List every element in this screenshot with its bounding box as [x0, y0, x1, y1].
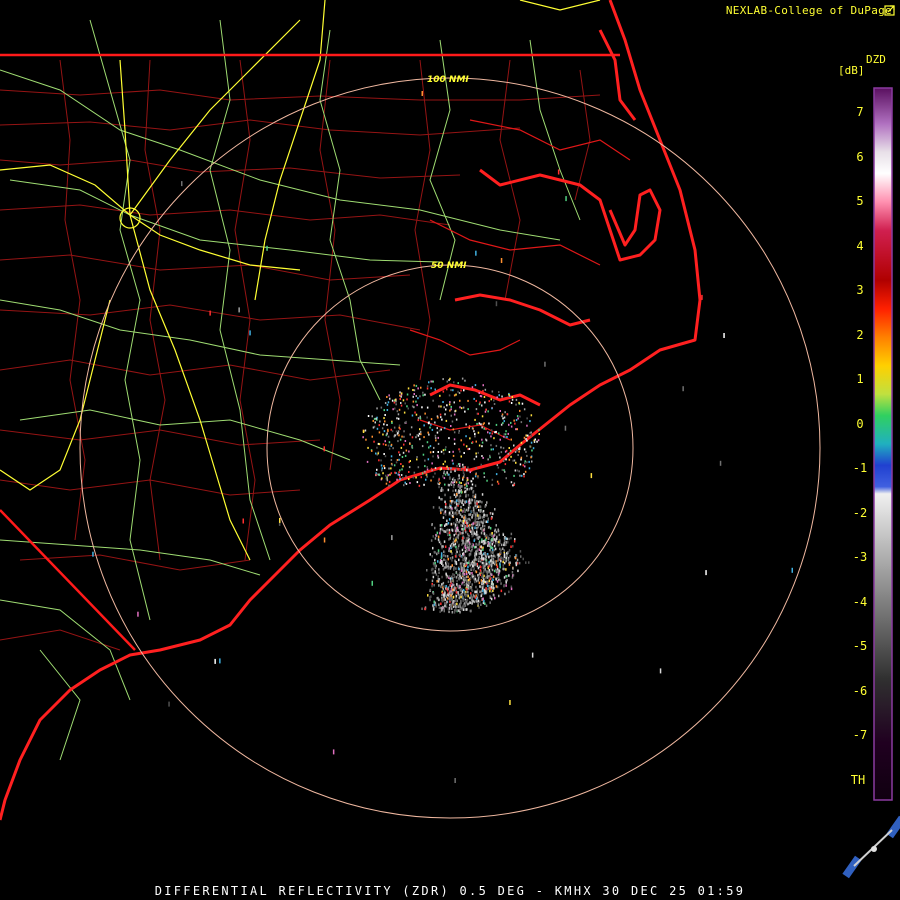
- legend-tick: 6: [856, 149, 864, 164]
- legend-tick: -1: [852, 461, 868, 475]
- range-label-100: 100 NMI: [427, 75, 469, 85]
- legend-tick: 0: [856, 416, 864, 431]
- legend-tick: 2: [856, 327, 864, 342]
- interstates: [0, 0, 601, 561]
- legend-tick: -3: [852, 550, 868, 564]
- legend-product-label: DZD: [866, 53, 886, 66]
- legend-tick: -6: [852, 683, 868, 698]
- legend-tick: 1: [856, 372, 864, 386]
- legend-tick: -2: [852, 505, 868, 520]
- legend-tick: 7: [856, 105, 864, 119]
- legend-tick: -7: [852, 728, 868, 742]
- range-rings: [79, 77, 821, 819]
- legend-tick: -5: [852, 639, 868, 653]
- legend-tick: TH: [850, 772, 866, 787]
- legend-colorbar: [873, 87, 893, 801]
- radar-map: 50 NMI 100 NMI: [0, 0, 900, 879]
- legend-tick: -4: [852, 594, 868, 609]
- legend-tick: 5: [856, 194, 864, 208]
- credit-label: NEXLAB-College of DuPage: [725, 4, 892, 17]
- product-caption: DIFFERENTIAL REFLECTIVITY (ZDR) 0.5 DEG …: [154, 884, 746, 898]
- satellite-icon: [842, 815, 900, 879]
- color-legend: [873, 87, 893, 801]
- legend-unit-label: [dB]: [838, 64, 865, 77]
- legend-tick: 4: [856, 238, 864, 253]
- legend-tick: 3: [856, 283, 864, 297]
- range-label-50: 50 NMI: [431, 261, 467, 271]
- range-ring-100: [79, 77, 821, 819]
